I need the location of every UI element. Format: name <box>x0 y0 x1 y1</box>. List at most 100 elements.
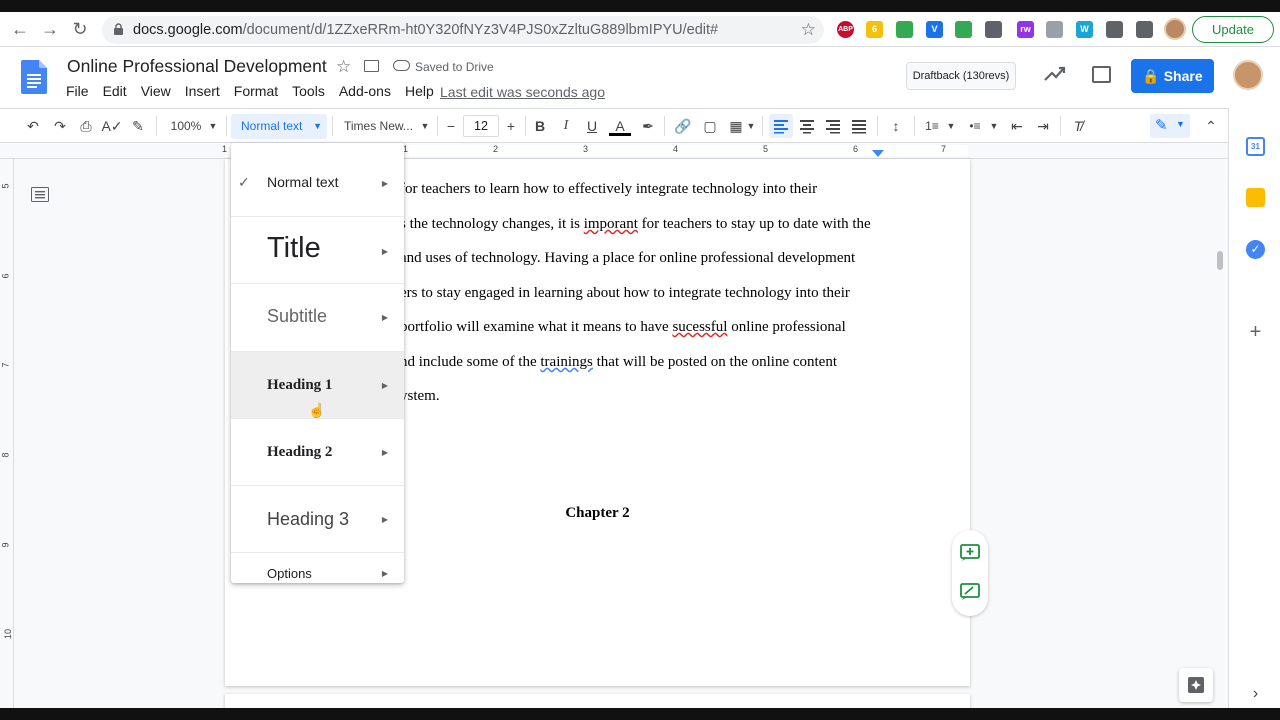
readwrite-icon[interactable]: rw <box>1017 21 1034 38</box>
move-folder-icon[interactable] <box>364 60 379 72</box>
menu-file[interactable]: File <box>66 83 89 99</box>
reload-icon[interactable]: ↻ <box>68 17 92 41</box>
star-icon[interactable]: ☆ <box>336 57 351 77</box>
undo-icon[interactable]: ↶ <box>22 115 44 137</box>
style-option-options[interactable]: Options ▶ <box>231 553 404 593</box>
paint-format-icon[interactable]: ✎ <box>127 115 149 137</box>
right-indent-marker-icon[interactable] <box>872 150 884 157</box>
address-bar[interactable]: docs.google.com/document/d/1ZZxeRRm-ht0Y… <box>102 16 824 44</box>
increase-font-size-icon[interactable]: + <box>502 115 520 137</box>
bold-icon[interactable]: B <box>530 115 550 137</box>
style-option-heading-3[interactable]: Heading 3 ▶ <box>231 486 404 553</box>
menu-addons[interactable]: Add-ons <box>339 83 391 99</box>
align-center-icon[interactable] <box>796 115 818 137</box>
link-icon[interactable]: 🔗 <box>672 115 694 137</box>
google-drive-icon[interactable] <box>896 21 913 38</box>
style-option-title[interactable]: Title ▶ <box>231 217 404 284</box>
menu-tools[interactable]: Tools <box>292 83 325 99</box>
suggest-edits-icon[interactable] <box>960 583 980 601</box>
draftback-button[interactable]: Draftback (130revs) <box>906 62 1016 90</box>
activity-trend-icon[interactable] <box>1044 66 1066 82</box>
back-icon[interactable]: ← <box>8 17 32 41</box>
text-line-6[interactable]: nd include some of the trainings that wi… <box>400 354 837 371</box>
add-addon-icon[interactable]: + <box>1246 322 1265 342</box>
puzzle-icon[interactable] <box>1106 21 1123 38</box>
sticky-notes-icon[interactable]: 6 <box>866 21 883 38</box>
style-option-subtitle[interactable]: Subtitle ▶ <box>231 284 404 352</box>
highlight-icon[interactable]: ✒ <box>637 115 659 137</box>
menu-help[interactable]: Help <box>405 83 434 99</box>
grammar-icon[interactable] <box>955 21 972 38</box>
add-comment-icon[interactable] <box>960 544 980 562</box>
bookmark-star-icon[interactable]: ☆ <box>801 20 816 40</box>
document-outline-icon[interactable] <box>31 187 49 202</box>
image-chevron-down-icon[interactable]: ▼ <box>745 115 757 137</box>
redo-icon[interactable]: ↷ <box>49 115 71 137</box>
justify-icon[interactable] <box>848 115 870 137</box>
scrollbar-thumb[interactable] <box>1217 251 1223 270</box>
spelling-error[interactable]: imporant <box>584 216 638 232</box>
menu-format[interactable]: Format <box>234 83 278 99</box>
menu-insert[interactable]: Insert <box>185 83 220 99</box>
style-option-heading-2[interactable]: Heading 2 ▶ <box>231 419 404 486</box>
tasks-icon[interactable]: ✓ <box>1246 240 1265 259</box>
align-left-icon[interactable] <box>769 114 793 138</box>
font-size-input[interactable]: 12 <box>463 115 499 137</box>
increase-indent-icon[interactable]: ⇥ <box>1032 115 1054 137</box>
zoom-chevron-down-icon[interactable]: ▼ <box>206 115 220 137</box>
text-line-5[interactable]: portfolio will examine what it means to … <box>400 319 846 336</box>
profile-avatar[interactable] <box>1164 18 1186 40</box>
account-avatar[interactable] <box>1233 60 1263 90</box>
expand-panel-chevron-icon[interactable]: › <box>1246 684 1265 703</box>
menu-view[interactable]: View <box>141 83 171 99</box>
underline-icon[interactable]: U <box>582 115 602 137</box>
menu-edit[interactable]: Edit <box>103 83 127 99</box>
font-select[interactable]: Times New... <box>344 115 414 137</box>
docs-logo-icon[interactable] <box>21 60 47 94</box>
update-button[interactable]: Update <box>1192 16 1274 43</box>
add-comment-icon[interactable]: ▢ <box>699 115 721 137</box>
bulleted-list-chevron-down-icon[interactable]: ▼ <box>988 115 1000 137</box>
style-option-normal-text[interactable]: ✓ Normal text ▶ <box>231 143 404 217</box>
document-icon[interactable] <box>1046 21 1063 38</box>
font-chevron-down-icon[interactable]: ▼ <box>418 115 432 137</box>
media-icon[interactable] <box>1136 21 1153 38</box>
text-color-icon[interactable]: A <box>609 115 631 136</box>
camera-icon[interactable] <box>985 21 1002 38</box>
text-line-7[interactable]: ystem. <box>400 388 440 405</box>
decrease-indent-icon[interactable]: ⇤ <box>1006 115 1028 137</box>
numbered-list-chevron-down-icon[interactable]: ▼ <box>945 115 957 137</box>
insert-image-icon[interactable]: ▦ <box>727 115 745 137</box>
share-button[interactable]: 🔒 Share <box>1131 59 1214 93</box>
editing-mode-select[interactable]: ✎ ▼ <box>1150 114 1190 138</box>
print-icon[interactable]: ⎙ <box>75 115 97 137</box>
w-icon[interactable]: W <box>1076 21 1093 38</box>
forward-icon[interactable]: → <box>38 17 62 41</box>
document-title[interactable]: Online Professional Development <box>67 56 327 77</box>
clear-formatting-icon[interactable]: T̸ <box>1067 115 1089 137</box>
explore-button[interactable] <box>1179 668 1213 702</box>
abp-icon[interactable]: ABP <box>837 21 854 38</box>
zoom-select[interactable]: 100% <box>166 115 206 137</box>
style-option-heading-1[interactable]: Heading 1 ▶ ☝ <box>231 352 404 419</box>
italic-icon[interactable]: I <box>556 115 576 137</box>
bulleted-list-icon[interactable]: •≡ <box>964 115 986 137</box>
spelling-error[interactable]: sucessful <box>672 319 727 335</box>
document-page-2[interactable] <box>225 694 970 708</box>
keep-icon[interactable] <box>1246 188 1265 207</box>
last-edit-link[interactable]: Last edit was seconds ago <box>440 84 605 100</box>
comment-history-icon[interactable] <box>1092 66 1111 83</box>
spellcheck-icon[interactable]: A✓ <box>101 115 123 137</box>
line-spacing-icon[interactable]: ↕ <box>885 115 907 137</box>
horizontal-ruler[interactable]: 11234567 <box>0 143 1228 159</box>
align-right-icon[interactable] <box>822 115 844 137</box>
vocab-icon[interactable]: V <box>926 21 943 38</box>
decrease-font-size-icon[interactable]: − <box>442 115 460 137</box>
text-line-4[interactable]: ers to stay engaged in learning about ho… <box>400 285 850 302</box>
calendar-icon[interactable]: 31 <box>1246 137 1265 156</box>
numbered-list-icon[interactable]: 1≡ <box>921 115 943 137</box>
text-line-1[interactable]: for teachers to learn how to effectively… <box>400 181 817 198</box>
vertical-ruler[interactable]: 5 6 7 8 9 10 <box>0 159 14 708</box>
hide-menus-chevron-up-icon[interactable]: ⌃ <box>1200 115 1222 137</box>
text-line-3[interactable]: and uses of technology. Having a place f… <box>400 250 855 267</box>
